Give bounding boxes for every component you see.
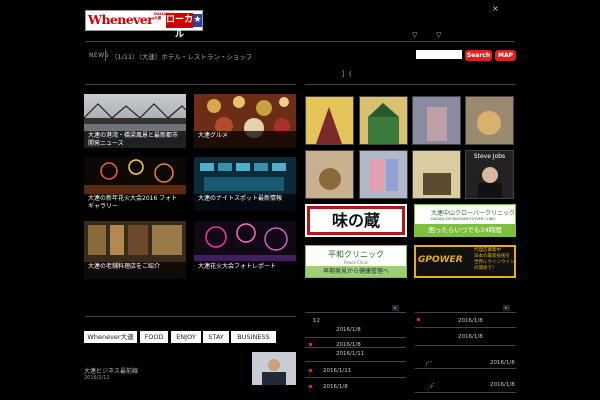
logo-wordmark: Whenever [88, 12, 154, 27]
list-item-title[interactable]: 12 [313, 318, 320, 324]
logo-local: ローカル [166, 13, 194, 40]
article-tile[interactable]: 大連の老舗料理店をご紹介 [84, 221, 186, 279]
logo-dalian-jp: 大連 [154, 16, 162, 20]
article-caption: 大連グルメ [194, 131, 296, 148]
magazine-thumb[interactable]: Steve Jobs [465, 150, 514, 199]
thumb-image [370, 159, 398, 191]
right-section-rule [305, 84, 516, 85]
thumb-image [319, 168, 341, 190]
list-item-date: 2016/1/8 [458, 318, 483, 324]
magazine-thumb[interactable] [305, 96, 354, 145]
gpower-logo: GPOWER [418, 255, 463, 265]
tab-whenever[interactable]: Whenever大連 [84, 331, 137, 343]
tab-business[interactable]: BUSINESS [231, 331, 276, 343]
list-item-date: 2016/1/8 [490, 360, 515, 366]
news-separator [105, 49, 106, 61]
list-rule [415, 368, 516, 369]
gpower-text: 代理店募集中 日本の最新技術を 世界にウインウイン の関係で！ [474, 248, 514, 272]
person-photo [252, 352, 296, 385]
search-input[interactable] [416, 50, 462, 59]
thumb-image [316, 107, 342, 144]
article-photo[interactable] [252, 352, 296, 385]
clover-clinic-banner[interactable]: 大連中山クローバークリニック DALIAN ZHONGSHAN CLOVER C… [414, 204, 516, 237]
list-item-date: 2016/1/8 [490, 382, 515, 388]
news-label: NEWS [89, 52, 110, 59]
list-bullet [417, 318, 420, 321]
thumb-image [477, 111, 501, 135]
nav-dropdown-icon[interactable]: ▽ [436, 31, 441, 39]
list-item-title[interactable]: ｼﾞ [430, 382, 436, 390]
ajinokura-logo: 味の蔵 [310, 209, 402, 232]
list-item-date: 2016/1/8 [458, 334, 483, 340]
news-ticker[interactable]: （1/11）（大連）ホテル・レストラン・ショップなどの最新情報をお届けします [111, 51, 251, 61]
article-caption: 大連のナイトスポット最新情報 [194, 194, 296, 211]
gpower-line: の関係で！ [474, 266, 497, 271]
list-rule [305, 347, 406, 348]
close-icon[interactable]: × [492, 4, 499, 13]
tab-enjoy[interactable]: ENJOY [171, 331, 201, 343]
clover-clinic-tagline: 困ったらいつでも24時間 [415, 224, 515, 236]
list-rule [415, 345, 516, 346]
thumb-title: Steve Jobs [473, 153, 506, 160]
search-button[interactable]: Search [465, 50, 492, 61]
article-tile[interactable]: 大連グルメ [194, 94, 296, 148]
tab-food[interactable]: FOOD [140, 331, 168, 343]
list-more-tag[interactable]: ▸ [392, 305, 399, 311]
list-rule [305, 377, 406, 378]
list-rule [305, 361, 406, 362]
gpower-banner[interactable]: GPOWER 代理店募集中 日本の最新技術を 世界にウインウイン の関係で！ [414, 245, 516, 278]
article-caption: 大連の老舗料理店をご紹介 [84, 262, 186, 279]
list-rule [415, 392, 516, 393]
list-bullet [309, 343, 312, 346]
nav-dropdown-icon[interactable]: ▽ [412, 31, 417, 39]
article-tile[interactable]: 大連花火大会フォトレポート [194, 221, 296, 279]
list-item-date: 2016/1/8 [323, 384, 348, 390]
heiwa-clinic-subtitle: Peace Clinic [344, 260, 368, 265]
article-date: 2016/1/11 [84, 375, 110, 381]
article-tile[interactable]: 大連のナイトスポット最新情報 [194, 157, 296, 211]
ajinokura-banner[interactable]: 味の蔵 [305, 204, 407, 237]
thumb-image [423, 173, 451, 195]
magazine-thumb[interactable] [359, 96, 408, 145]
article-caption: 大連花火大会フォトレポート [194, 262, 296, 279]
list-rule [305, 337, 406, 338]
magazine-thumb[interactable] [412, 96, 461, 145]
right-section-heading: ］( [342, 70, 352, 78]
list-item-date: 2016/1/8 [336, 327, 361, 333]
magazine-thumb[interactable] [305, 150, 354, 199]
map-button[interactable]: MAP [495, 50, 516, 61]
list-bullet [309, 385, 312, 388]
list-rule [415, 327, 516, 328]
thumb-image [368, 103, 399, 144]
list-bullet [309, 369, 312, 372]
article-caption: 大連の新年花火大会2016 フォトギャラリー [84, 194, 186, 211]
clover-clinic-title: 大連中山クローバークリニック [431, 210, 515, 217]
magazine-thumb[interactable] [465, 96, 514, 145]
logo-star-icon: ★ [193, 14, 202, 27]
left-section-rule [85, 84, 296, 85]
list-rule [305, 312, 406, 313]
article-title[interactable]: 大連ビジネス最前線 [84, 366, 138, 375]
article-caption: 大連の港湾・橋梁風景と最新都市開発ニュース [84, 131, 186, 148]
list-item-date: 2016/1/11 [336, 351, 365, 357]
heiwa-clinic-tagline: 早期発見から健康管理へ [306, 266, 406, 277]
clover-clinic-subtitle: DALIAN ZHONGSHAN CLOVER CLINIC [431, 217, 496, 221]
heiwa-clinic-banner[interactable]: 平和クリニック Peace Clinic 早期発見から健康管理へ [305, 245, 407, 278]
header-divider [85, 41, 515, 42]
heiwa-clinic-title: 平和クリニック [328, 250, 384, 259]
magazine-thumb[interactable] [359, 150, 408, 199]
list-item-title[interactable]: ﾉﾟﾞ [425, 360, 433, 368]
site-logo[interactable]: Whenever DALIAN 大連 ローカル ★ [85, 10, 203, 40]
tab-stay[interactable]: STAY [203, 331, 229, 343]
list-rule [415, 312, 516, 313]
thumb-image [427, 107, 447, 141]
article-tile[interactable]: 大連の新年花火大会2016 フォトギャラリー [84, 157, 186, 211]
list-item-date: 2016/1/11 [323, 368, 352, 374]
magazine-thumb[interactable] [412, 150, 461, 199]
article-tile[interactable]: 大連の港湾・橋梁風景と最新都市開発ニュース [84, 94, 186, 148]
list-more-tag[interactable]: ▸ [503, 305, 510, 311]
category-rule [85, 316, 296, 317]
